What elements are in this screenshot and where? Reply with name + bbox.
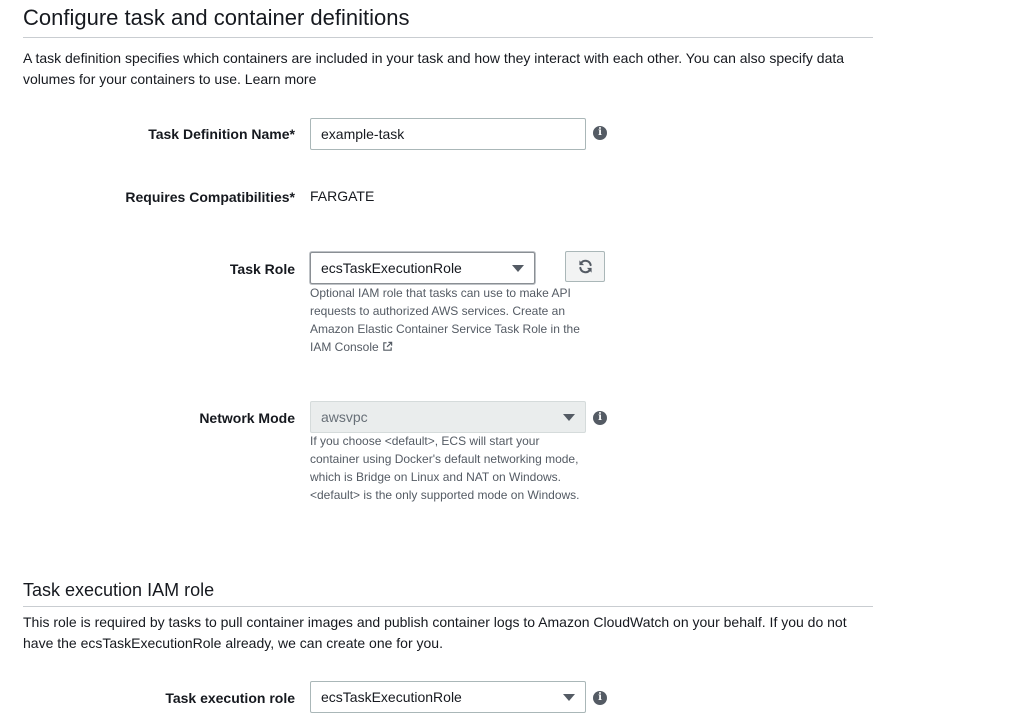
refresh-icon xyxy=(578,259,592,274)
task-definition-name-label: Task Definition Name* xyxy=(148,126,295,142)
task-role-label: Task Role xyxy=(229,261,295,277)
task-execution-role-select[interactable]: ecsTaskExecutionRole xyxy=(310,681,586,713)
info-icon[interactable]: i xyxy=(593,691,607,705)
section-description: A task definition specifies which contai… xyxy=(23,48,873,90)
network-mode-selected-value: awsvpc xyxy=(321,409,368,425)
requires-compatibilities-label: Requires Compatibilities* xyxy=(125,189,295,205)
section-description-text: A task definition specifies which contai… xyxy=(23,50,845,87)
chevron-down-icon xyxy=(563,694,575,701)
task-execution-role-label: Task execution role xyxy=(165,690,295,706)
task-definition-name-input[interactable] xyxy=(310,118,586,150)
task-role-help-text: Optional IAM role that tasks can use to … xyxy=(310,286,580,336)
section-divider xyxy=(23,606,873,607)
section-title-task-execution-iam-role: Task execution IAM role xyxy=(23,580,215,600)
external-link-icon[interactable] xyxy=(382,341,393,352)
refresh-button[interactable] xyxy=(565,251,605,282)
requires-compatibilities-value: FARGATE xyxy=(310,188,375,204)
chevron-down-icon xyxy=(563,414,575,421)
task-role-selected-value: ecsTaskExecutionRole xyxy=(321,260,462,276)
learn-more-link[interactable]: Learn more xyxy=(245,71,317,87)
page-title: Configure task and container definitions xyxy=(23,5,410,30)
task-role-help: Optional IAM role that tasks can use to … xyxy=(310,284,592,356)
network-mode-label: Network Mode xyxy=(199,410,295,426)
info-icon[interactable]: i xyxy=(593,411,607,425)
network-mode-help: If you choose <default>, ECS will start … xyxy=(310,434,580,502)
task-execution-role-selected-value: ecsTaskExecutionRole xyxy=(321,689,462,705)
task-role-select[interactable]: ecsTaskExecutionRole xyxy=(310,252,535,284)
iam-console-link[interactable]: IAM Console xyxy=(310,340,379,354)
section-description: This role is required by tasks to pull c… xyxy=(23,614,847,651)
chevron-down-icon xyxy=(512,265,524,272)
network-mode-select[interactable]: awsvpc xyxy=(310,401,586,433)
section-divider xyxy=(23,37,873,38)
info-icon[interactable]: i xyxy=(593,126,607,140)
